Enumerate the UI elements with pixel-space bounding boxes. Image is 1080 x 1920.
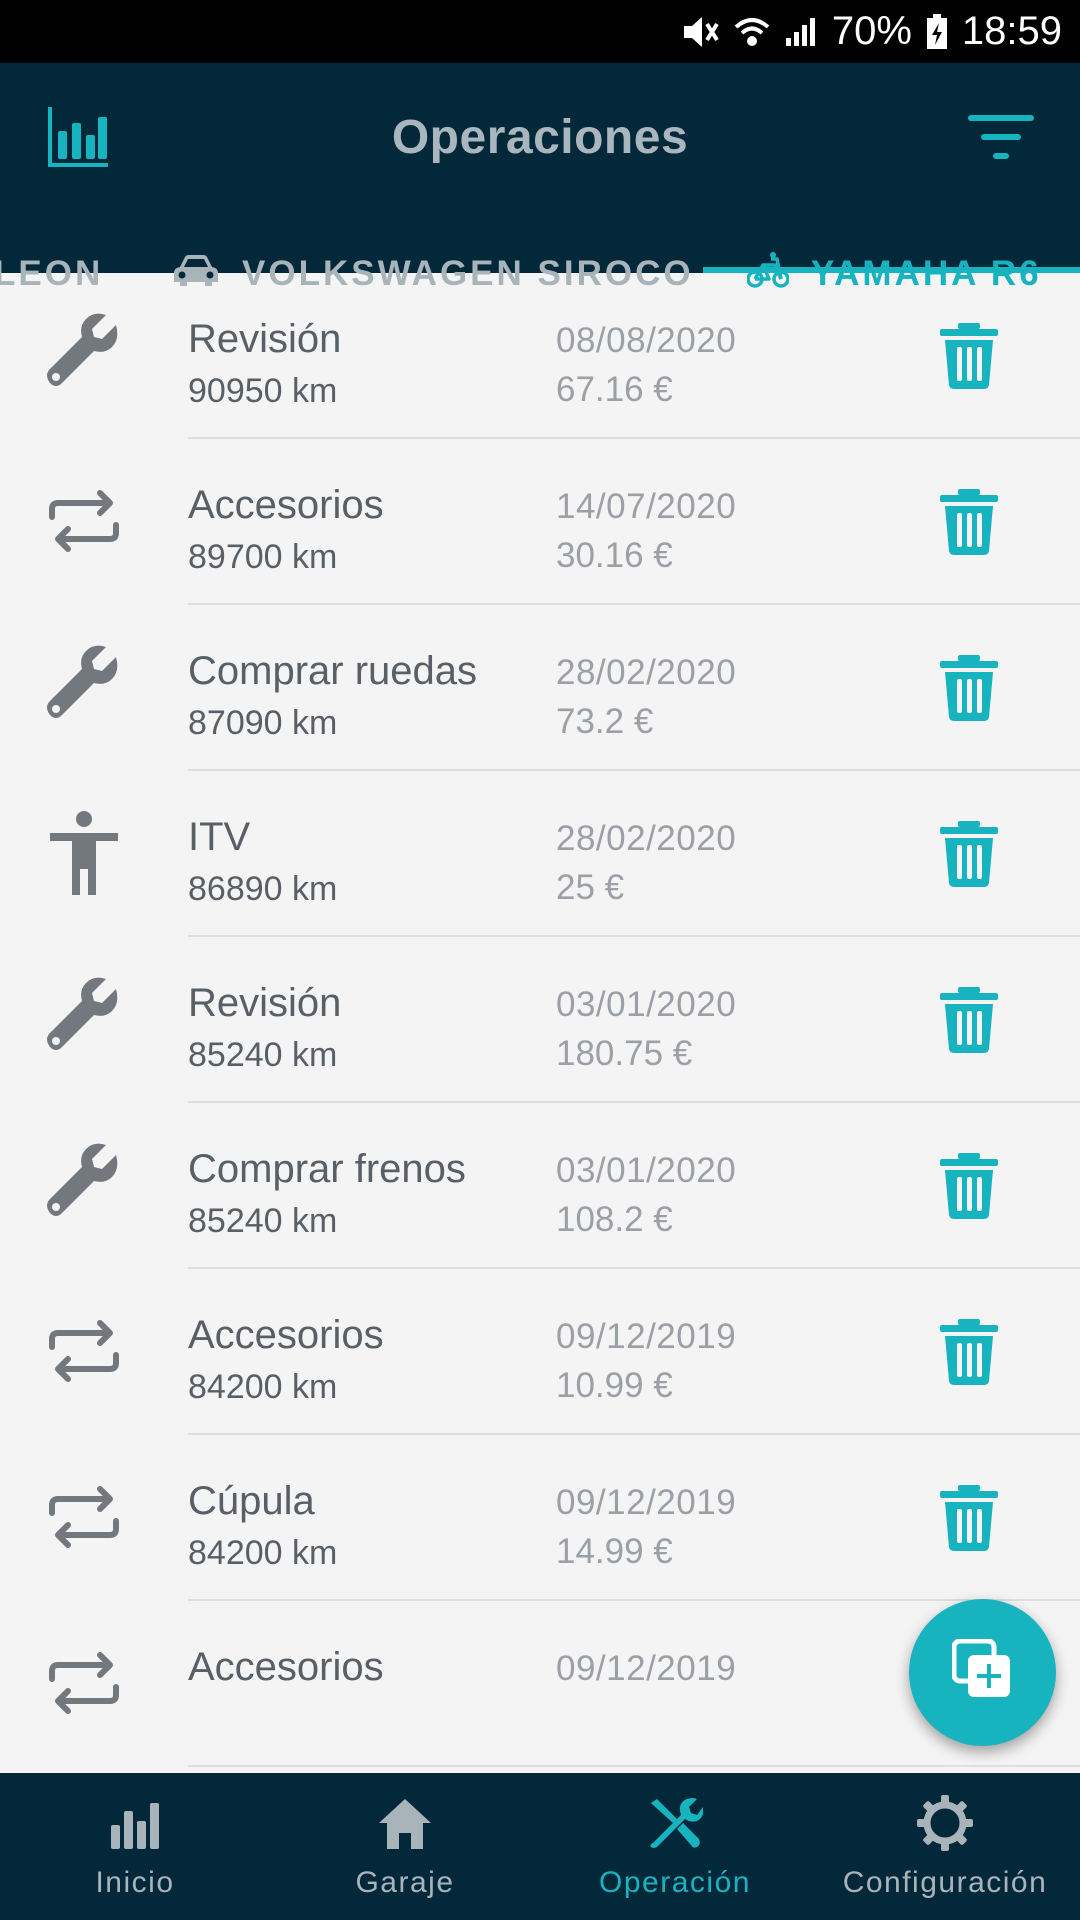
battery-percent: 70% bbox=[831, 9, 912, 53]
swap-icon bbox=[42, 1475, 126, 1559]
operation-name: Revisión bbox=[188, 317, 342, 361]
operation-cost: 10.99 € bbox=[556, 1366, 673, 1405]
operation-cost: 73.2 € bbox=[556, 702, 654, 741]
operation-km: 90950 km bbox=[188, 372, 338, 410]
add-copy-icon bbox=[951, 1638, 1014, 1706]
operations-list[interactable]: Revisión 90950 km 08/08/2020 67.16 € Accesor… bbox=[0, 273, 1080, 1773]
operation-cost: 180.75 € bbox=[556, 1034, 693, 1073]
row-divider bbox=[188, 1765, 1080, 1767]
app-bar: Operaciones LEON VOLKSWAGEN SIROCO YAMAH… bbox=[0, 63, 1080, 293]
swap-icon bbox=[42, 1309, 126, 1393]
operation-km: 86890 km bbox=[188, 870, 338, 908]
wrench-icon bbox=[42, 977, 126, 1061]
operation-km: 89700 km bbox=[188, 538, 338, 576]
bar-chart-icon[interactable] bbox=[46, 105, 110, 169]
bar-chart-icon bbox=[107, 1795, 163, 1851]
trash-icon[interactable] bbox=[940, 1485, 998, 1551]
trash-icon[interactable] bbox=[940, 821, 998, 887]
operation-name: Comprar ruedas bbox=[188, 649, 478, 693]
operation-name: Accesorios bbox=[188, 1645, 384, 1689]
wifi-icon bbox=[734, 15, 770, 49]
nav-configuracion[interactable]: Configuración bbox=[810, 1773, 1080, 1920]
trash-icon[interactable] bbox=[940, 1153, 998, 1219]
operation-date: 09/12/2019 bbox=[556, 1649, 737, 1688]
operation-km: 87090 km bbox=[188, 704, 338, 742]
wrench-icon bbox=[42, 313, 126, 397]
filter-icon[interactable] bbox=[968, 115, 1034, 161]
nav-inicio[interactable]: Inicio bbox=[0, 1773, 270, 1920]
operation-date: 14/07/2020 bbox=[556, 487, 737, 526]
operation-row[interactable]: Comprar frenos 85240 km 03/01/2020 108.2 € bbox=[0, 1103, 1080, 1269]
nav-label: Garaje bbox=[355, 1866, 455, 1899]
operation-name: Accesorios bbox=[188, 483, 384, 527]
operation-row[interactable]: ITV 86890 km 28/02/2020 25 € bbox=[0, 771, 1080, 937]
clock: 18:59 bbox=[961, 9, 1062, 53]
operation-date: 28/02/2020 bbox=[556, 653, 737, 692]
trash-icon[interactable] bbox=[940, 655, 998, 721]
nav-label: Inicio bbox=[95, 1866, 175, 1899]
wrench-icon bbox=[42, 1143, 126, 1227]
operation-date: 03/01/2020 bbox=[556, 985, 737, 1024]
operation-date: 09/12/2019 bbox=[556, 1317, 737, 1356]
operation-name: ITV bbox=[188, 815, 251, 859]
operation-name: Comprar frenos bbox=[188, 1147, 466, 1191]
operation-cost: 30.16 € bbox=[556, 536, 673, 575]
operation-date: 09/12/2019 bbox=[556, 1483, 737, 1522]
operation-cost: 67.16 € bbox=[556, 370, 673, 409]
operation-km: 85240 km bbox=[188, 1036, 338, 1074]
nav-operacion[interactable]: Operación bbox=[540, 1773, 810, 1920]
operation-date: 03/01/2020 bbox=[556, 1151, 737, 1190]
home-icon bbox=[377, 1795, 433, 1851]
nav-garaje[interactable]: Garaje bbox=[270, 1773, 540, 1920]
trash-icon[interactable] bbox=[940, 323, 998, 389]
operation-km: 85240 km bbox=[188, 1202, 338, 1240]
person-icon bbox=[42, 811, 126, 895]
trash-icon[interactable] bbox=[940, 987, 998, 1053]
operation-row[interactable]: Accesorios 84200 km 09/12/2019 10.99 € bbox=[0, 1269, 1080, 1435]
add-operation-button[interactable] bbox=[909, 1599, 1056, 1746]
operation-name: Accesorios bbox=[188, 1313, 384, 1357]
operation-cost: 108.2 € bbox=[556, 1200, 673, 1239]
operation-cost: 25 € bbox=[556, 868, 625, 907]
operation-name: Cúpula bbox=[188, 1479, 315, 1523]
status-bar: 70% 18:59 bbox=[0, 0, 1080, 63]
operation-name: Revisión bbox=[188, 981, 342, 1025]
trash-icon[interactable] bbox=[940, 1319, 998, 1385]
wrench-icon bbox=[42, 645, 126, 729]
operation-row[interactable]: Comprar ruedas 87090 km 28/02/2020 73.2 € bbox=[0, 605, 1080, 771]
battery-icon bbox=[926, 13, 948, 50]
operation-row[interactable]: Accesorios 89700 km 14/07/2020 30.16 € bbox=[0, 439, 1080, 605]
tools-icon bbox=[647, 1795, 704, 1851]
swap-icon bbox=[42, 1641, 126, 1725]
bottom-navigation: Inicio Garaje Operación Configuración bbox=[0, 1773, 1080, 1920]
nav-label: Configuración bbox=[842, 1866, 1048, 1899]
swap-icon bbox=[42, 479, 126, 563]
operation-row[interactable]: Revisión 85240 km 03/01/2020 180.75 € bbox=[0, 937, 1080, 1103]
operation-cost: 14.99 € bbox=[556, 1532, 673, 1571]
operation-row[interactable]: Cúpula 84200 km 09/12/2019 14.99 € bbox=[0, 1435, 1080, 1601]
operation-row[interactable]: Revisión 90950 km 08/08/2020 67.16 € bbox=[0, 273, 1080, 439]
gear-icon bbox=[917, 1795, 973, 1851]
signal-icon bbox=[784, 16, 818, 48]
mute-icon bbox=[680, 14, 720, 50]
page-title: Operaciones bbox=[391, 111, 689, 164]
trash-icon[interactable] bbox=[940, 489, 998, 555]
operation-date: 08/08/2020 bbox=[556, 321, 737, 360]
operation-km: 84200 km bbox=[188, 1368, 338, 1406]
operation-date: 28/02/2020 bbox=[556, 819, 737, 858]
nav-label: Operación bbox=[599, 1866, 751, 1899]
operation-km: 84200 km bbox=[188, 1534, 338, 1572]
